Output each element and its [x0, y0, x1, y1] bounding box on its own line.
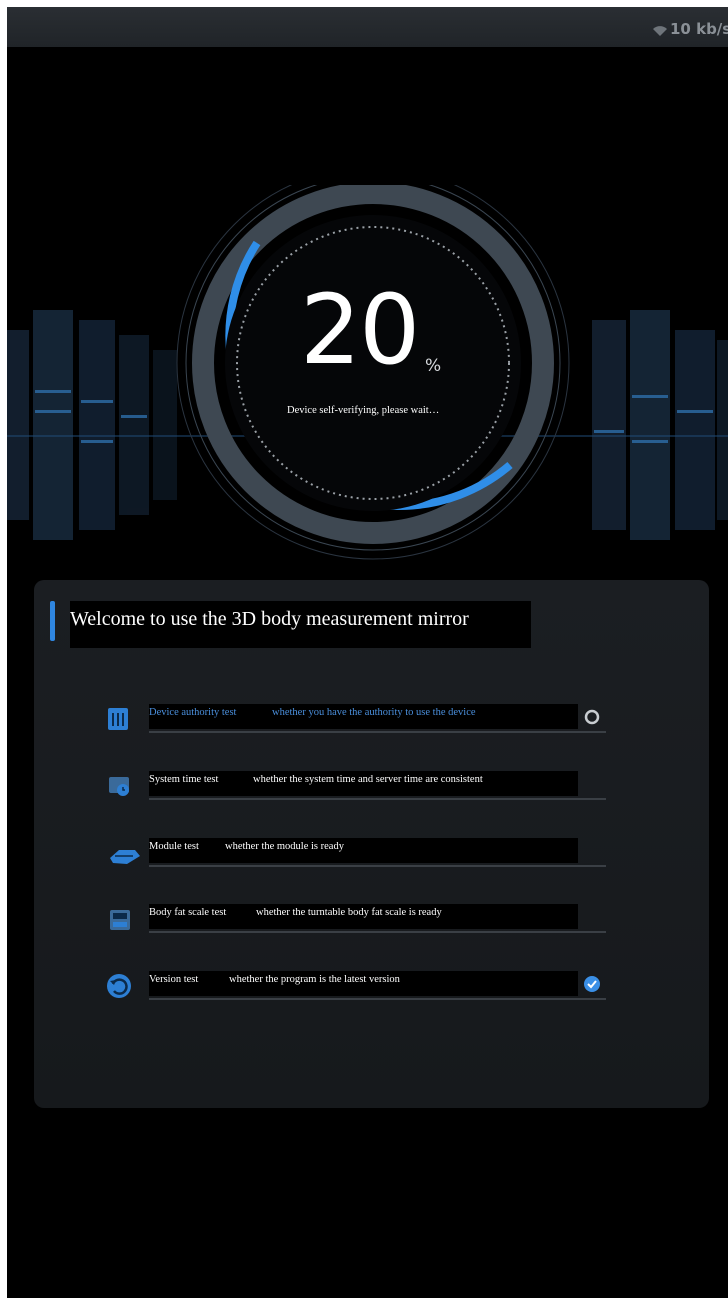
- check-label: Body fat scale test: [149, 907, 227, 918]
- wifi-icon: [653, 26, 667, 36]
- status-bar: [7, 7, 728, 47]
- check-description: whether the system time and server time …: [253, 774, 483, 785]
- progress-unit: %: [425, 356, 442, 376]
- row-text-background: [149, 838, 578, 863]
- progress-value: 20: [300, 274, 420, 386]
- row-divider: [149, 798, 606, 800]
- check-description: whether you have the authority to use th…: [272, 707, 476, 718]
- row-divider: [149, 865, 606, 867]
- frame-top: [0, 0, 728, 7]
- row-divider: [149, 731, 606, 733]
- check-label: System time test: [149, 774, 219, 785]
- check-label: Device authority test: [149, 707, 237, 718]
- module-icon: [110, 850, 140, 864]
- row-divider: [149, 998, 606, 1000]
- panel-title: Welcome to use the 3D body measurement m…: [70, 608, 469, 630]
- check-row-version: Version test whether the program is the …: [0, 971, 728, 1011]
- check-description: whether the program is the latest versio…: [229, 974, 400, 985]
- check-row-device-authority: Device authority test whether you have t…: [0, 704, 728, 744]
- check-icon: [584, 976, 600, 992]
- check-description: whether the module is ready: [225, 841, 344, 852]
- check-row-body-fat-scale: Body fat scale test whether the turntabl…: [0, 904, 728, 944]
- panel-title-accent: [50, 601, 55, 641]
- row-divider: [149, 931, 606, 933]
- version-icon: [107, 974, 131, 998]
- check-row-module: Module test whether the module is ready: [0, 838, 728, 878]
- status-message: Device self-verifying, please wait…: [287, 405, 440, 416]
- check-row-system-time: System time test whether the system time…: [0, 771, 728, 811]
- loading-icon: [584, 709, 600, 725]
- check-description: whether the turntable body fat scale is …: [256, 907, 442, 918]
- check-label: Module test: [149, 841, 199, 852]
- check-label: Version test: [149, 974, 199, 985]
- device-authority-icon: [108, 708, 128, 730]
- frame-left: [0, 0, 7, 1298]
- system-time-icon: [109, 777, 129, 796]
- body-fat-scale-icon: [110, 910, 130, 930]
- screen: 10 kb/s 20 % Device self-verifying, plea…: [0, 0, 728, 1298]
- net-speed: 10 kb/s: [670, 20, 728, 38]
